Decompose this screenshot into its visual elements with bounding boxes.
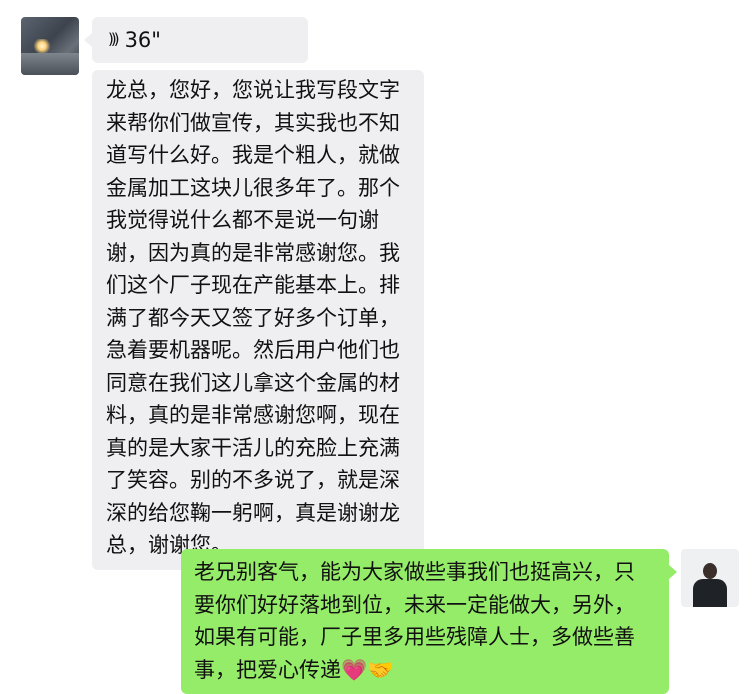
line: 龙总，您好，您说让我写段文字	[106, 78, 400, 102]
line: 事，把爱心传递💗🤝	[194, 657, 394, 682]
line: 真的是大家干活儿的充脸上充满	[106, 435, 400, 460]
voice-wave-icon: )))	[108, 30, 119, 48]
line: 要你们好好落地到位，未来一定能做大，另外，	[194, 592, 635, 617]
person-head-image	[703, 563, 717, 579]
line: 金属加工这块儿很多年了。那个	[106, 175, 400, 200]
incoming-text-bubble[interactable]: 龙总，您好，您说让我写段文字 来帮你们做宣传，其实我也不知 道写什么好。我是个粗…	[92, 70, 424, 570]
outgoing-text-bubble[interactable]: 老兄别客气，能为大家做些事我们也挺高兴，只 要你们好好落地到位，未来一定能做大，…	[181, 549, 669, 694]
line: 老兄别客气，能为大家做些事我们也挺高兴，只	[194, 560, 635, 584]
laser-spark-image	[33, 39, 51, 53]
reply-bubble-tail	[669, 565, 677, 579]
line: 我觉得说什么都不是说一句谢	[106, 208, 379, 232]
voice-bubble-tail	[84, 33, 92, 47]
line: 来帮你们做宣传，其实我也不知	[106, 110, 400, 135]
line: 了笑容。别的不多说了，就是深	[106, 468, 400, 492]
line: 急着要机器呢。然后用户他们也	[106, 338, 400, 362]
line: 谢，因为真的是非常感谢您。我	[106, 240, 400, 265]
line: 道写什么好。我是个粗人，就做	[106, 143, 400, 167]
line: 深的给您鞠一躬啊，真是谢谢龙	[106, 500, 400, 525]
sender-avatar[interactable]	[21, 17, 79, 75]
line: 料，真的是非常感谢您啊，现在	[106, 403, 400, 427]
line: 们这个厂子现在产能基本上。排	[106, 273, 400, 297]
voice-message-bubble[interactable]: ))) 36"	[92, 17, 308, 63]
line: 同意在我们这儿拿这个金属的材	[106, 370, 400, 395]
line: 如果有可能，厂子里多用些残障人士，多做些善	[194, 625, 635, 649]
my-avatar[interactable]	[681, 549, 739, 607]
person-body-image	[693, 579, 727, 607]
voice-duration: 36"	[124, 28, 161, 52]
line: 满了都今天又签了好多个订单，	[106, 305, 400, 330]
metal-plate-image	[21, 53, 79, 75]
